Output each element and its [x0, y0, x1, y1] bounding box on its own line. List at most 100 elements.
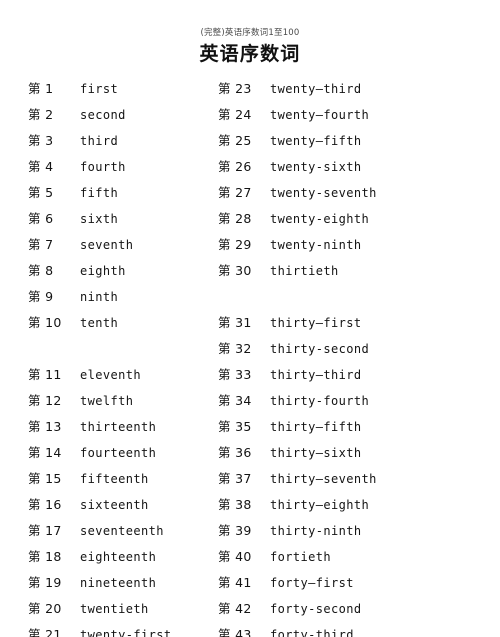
ordinal-row: 第 19 nineteenth: [28, 572, 218, 598]
ordinal-row: 第 6 sixth: [28, 208, 218, 234]
ordinal-number-label: 第 24: [218, 104, 262, 123]
ordinal-row: 第 15 fifteenth: [28, 468, 218, 494]
ordinal-number-label: 第 43: [218, 624, 262, 637]
ordinal-row: 第 2 second: [28, 104, 218, 130]
ordinal-number: 7: [45, 237, 54, 252]
ordinal-number-label: 第 12: [28, 390, 72, 409]
ordinal-row: 第 42 forty-second: [218, 598, 448, 624]
ordinal-word: thirty—fifth: [270, 420, 362, 434]
ordinal-number: 25: [235, 133, 252, 148]
ordinal-number-label: 第 42: [218, 598, 262, 617]
ordinal-number: 10: [45, 315, 62, 330]
ordinal-number-label: 第 9: [28, 286, 72, 305]
ordinal-number-label: 第 30: [218, 260, 262, 279]
ordinal-word: ninth: [80, 290, 119, 304]
ordinal-row: 第 23 twenty—third: [218, 78, 448, 104]
ordinal-number: 5: [45, 185, 54, 200]
ordinal-column-right: 第 23 twenty—third 第 24 twenty—fourth 第 25 twe…: [218, 78, 448, 637]
ordinal-row: 第 20 twentieth: [28, 598, 218, 624]
ordinal-word: eighth: [80, 264, 126, 278]
ordinal-row: 第 24 twenty—fourth: [218, 104, 448, 130]
ordinal-row: 第 36 thirty—sixth: [218, 442, 448, 468]
ordinal-number: 37: [235, 471, 252, 486]
ordinal-number-label: 第 11: [28, 364, 72, 383]
ordinal-word: eleventh: [80, 368, 141, 382]
ordinal-row: 第 5 fifth: [28, 182, 218, 208]
ordinal-number-label: 第 5: [28, 182, 72, 201]
ordinal-word: thirty-second: [270, 342, 370, 356]
ordinal-number-label: 第 19: [28, 572, 72, 591]
ordinal-row: 第 38 thirty—eighth: [218, 494, 448, 520]
ordinal-row: 第 11 eleventh: [28, 364, 218, 390]
ordinal-word: forty-second: [270, 602, 362, 616]
ordinal-prefix-character: 第: [28, 445, 41, 460]
ordinal-row: 第 40 fortieth: [218, 546, 448, 572]
ordinal-number: 28: [235, 211, 252, 226]
ordinal-word: twelfth: [80, 394, 134, 408]
ordinal-word: sixteenth: [80, 498, 149, 512]
ordinal-word: twentieth: [80, 602, 149, 616]
ordinal-word: twenty-ninth: [270, 238, 362, 252]
ordinal-number-label: 第 7: [28, 234, 72, 253]
ordinal-prefix-character: 第: [218, 419, 231, 434]
ordinal-prefix-character: 第: [218, 445, 231, 460]
ordinal-number: 40: [235, 549, 252, 564]
ordinal-prefix-character: 第: [218, 315, 231, 330]
ordinal-row: 第 28 twenty-eighth: [218, 208, 448, 234]
ordinal-row: 第 33 thirty—third: [218, 364, 448, 390]
ordinal-number-label: 第 16: [28, 494, 72, 513]
ordinal-word: forty-third: [270, 628, 354, 637]
ordinal-row: 第 7 seventh: [28, 234, 218, 260]
ordinal-number: 1: [45, 81, 54, 96]
ordinal-word: fourth: [80, 160, 126, 174]
ordinal-prefix-character: 第: [218, 367, 231, 382]
ordinal-number: 42: [235, 601, 252, 616]
ordinal-number-label: 第 25: [218, 130, 262, 149]
ordinal-number: 33: [235, 367, 252, 382]
ordinal-number: 39: [235, 523, 252, 538]
ordinal-number: 23: [235, 81, 252, 96]
ordinal-prefix-character: 第: [28, 471, 41, 486]
ordinal-number-label: 第 29: [218, 234, 262, 253]
ordinal-prefix-character: 第: [28, 367, 41, 382]
ordinal-prefix-character: 第: [28, 601, 41, 616]
ordinal-number-label: 第 40: [218, 546, 262, 565]
ordinal-prefix-character: 第: [28, 523, 41, 538]
ordinal-number: 18: [45, 549, 62, 564]
ordinal-number: 32: [235, 341, 252, 356]
ordinal-row: 第 43 forty-third: [218, 624, 448, 637]
ordinal-number: 13: [45, 419, 62, 434]
ordinal-prefix-character: 第: [218, 523, 231, 538]
ordinal-number-label: 第 8: [28, 260, 72, 279]
ordinal-row: 第 1 first: [28, 78, 218, 104]
ordinal-prefix-character: 第: [28, 575, 41, 590]
ordinal-number-label: 第 1: [28, 78, 72, 97]
ordinal-row: 第 21 twenty-first: [28, 624, 218, 637]
row-spacer: [28, 338, 218, 364]
ordinal-number: 38: [235, 497, 252, 512]
ordinal-number: 12: [45, 393, 62, 408]
ordinal-prefix-character: 第: [28, 393, 41, 408]
ordinal-word: fortieth: [270, 550, 331, 564]
ordinal-word: sixth: [80, 212, 119, 226]
ordinal-row: 第 18 eighteenth: [28, 546, 218, 572]
ordinal-number: 24: [235, 107, 252, 122]
ordinal-word: eighteenth: [80, 550, 157, 564]
ordinal-number: 20: [45, 601, 62, 616]
ordinal-number-label: 第 32: [218, 338, 262, 357]
ordinal-prefix-character: 第: [218, 185, 231, 200]
ordinal-row: 第 4 fourth: [28, 156, 218, 182]
ordinal-prefix-character: 第: [218, 159, 231, 174]
ordinal-number: 16: [45, 497, 62, 512]
ordinal-prefix-character: 第: [218, 549, 231, 564]
ordinal-prefix-character: 第: [28, 133, 41, 148]
ordinal-prefix-character: 第: [28, 549, 41, 564]
ordinal-number: 35: [235, 419, 252, 434]
ordinal-word: seventh: [80, 238, 134, 252]
ordinal-word: first: [80, 82, 119, 96]
row-spacer: [218, 286, 448, 312]
ordinal-number-label: 第 39: [218, 520, 262, 539]
ordinal-prefix-character: 第: [28, 185, 41, 200]
ordinal-word: twenty—third: [270, 82, 362, 96]
ordinal-number-label: 第 28: [218, 208, 262, 227]
